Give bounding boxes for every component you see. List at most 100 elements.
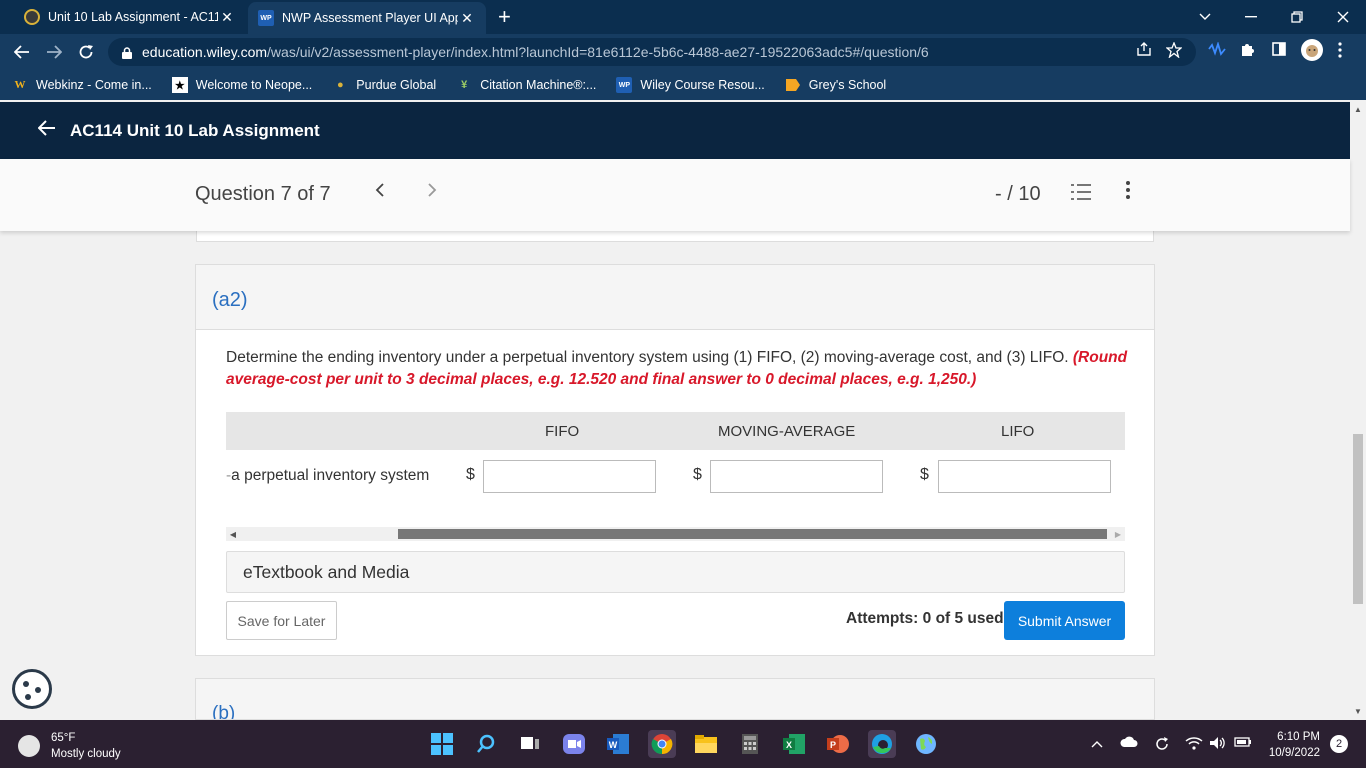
table-horizontal-scrollbar[interactable]: ◀ ▶ bbox=[226, 527, 1125, 541]
more-options-icon[interactable] bbox=[1126, 181, 1130, 205]
currency-symbol: $ bbox=[693, 466, 702, 483]
lifo-answer-input[interactable] bbox=[938, 460, 1111, 493]
star-icon: ★ bbox=[171, 77, 188, 93]
wp-icon: WP bbox=[616, 77, 633, 93]
wifi-icon[interactable] bbox=[1185, 736, 1203, 753]
etextbook-label: eTextbook and Media bbox=[243, 562, 410, 582]
maps-globe-icon[interactable] bbox=[912, 730, 940, 758]
assignment-header: AC114 Unit 10 Lab Assignment bbox=[0, 102, 1350, 159]
browser-toolbar: education.wiley.com/was/ui/v2/assessment… bbox=[0, 34, 1366, 70]
cookie-settings-icon[interactable] bbox=[12, 669, 52, 709]
share-icon[interactable] bbox=[1136, 42, 1152, 59]
sync-icon[interactable] bbox=[1154, 736, 1170, 755]
tab-label: Unit 10 Lab Assignment - AC114 bbox=[48, 10, 218, 24]
next-question-chevron-icon[interactable] bbox=[427, 181, 437, 204]
browser-menu-icon[interactable] bbox=[1338, 42, 1342, 61]
score-display: - / 10 bbox=[995, 183, 1041, 205]
page-vertical-scrollbar[interactable]: ▲ ▼ bbox=[1350, 102, 1366, 720]
bookmark-greys-school[interactable]: Grey's School bbox=[785, 77, 886, 93]
globe-icon bbox=[24, 9, 40, 25]
back-arrow-icon[interactable] bbox=[37, 119, 56, 142]
tray-chevron-up-icon[interactable] bbox=[1091, 736, 1103, 751]
restore-icon[interactable] bbox=[1274, 0, 1320, 34]
chrome-icon[interactable] bbox=[648, 730, 676, 758]
temperature: 65°F bbox=[51, 732, 76, 744]
scroll-up-arrow-icon[interactable]: ▲ bbox=[1350, 102, 1366, 116]
browser-tab-lab-assignment[interactable]: Unit 10 Lab Assignment - AC114 ✕ bbox=[14, 0, 246, 34]
currency-symbol: $ bbox=[466, 466, 475, 483]
svg-text:W: W bbox=[609, 740, 618, 750]
back-arrow-icon[interactable] bbox=[10, 40, 34, 64]
url-path: /was/ui/v2/assessment-player/index.html?… bbox=[267, 44, 929, 60]
answer-table-header: FIFO MOVING-AVERAGE LIFO bbox=[226, 412, 1125, 450]
minimize-icon[interactable] bbox=[1228, 0, 1274, 34]
moving-average-answer-input[interactable] bbox=[710, 460, 883, 493]
bookmark-star-icon[interactable] bbox=[1165, 41, 1183, 61]
scroll-down-arrow-icon[interactable]: ▼ bbox=[1350, 704, 1366, 718]
clock-date: 10/9/2022 bbox=[1268, 747, 1320, 759]
scrollbar-thumb[interactable] bbox=[398, 529, 1107, 539]
scroll-left-arrow-icon[interactable]: ◀ bbox=[226, 527, 240, 541]
row-label: -a perpetual inventory system bbox=[226, 467, 430, 484]
tab-label: NWP Assessment Player UI Appli bbox=[282, 11, 458, 25]
extension-wave-icon[interactable] bbox=[1208, 41, 1226, 59]
browser-tab-strip: Unit 10 Lab Assignment - AC114 ✕ WP NWP … bbox=[0, 0, 1366, 34]
close-icon[interactable]: ✕ bbox=[218, 9, 236, 26]
question-navigation-bar: Question 7 of 7 - / 10 bbox=[0, 159, 1350, 231]
system-clock[interactable]: 6:10 PM 10/9/2022 bbox=[1262, 729, 1320, 761]
new-tab-button[interactable]: + bbox=[498, 4, 511, 30]
question-list-icon[interactable] bbox=[1071, 183, 1091, 206]
forward-arrow-icon[interactable] bbox=[42, 40, 66, 64]
onedrive-cloud-icon[interactable] bbox=[1120, 736, 1138, 751]
extensions-puzzle-icon[interactable] bbox=[1240, 42, 1255, 60]
teams-chat-icon[interactable] bbox=[560, 730, 588, 758]
clock-time: 6:10 PM bbox=[1277, 731, 1320, 743]
bookmark-wiley-course[interactable]: WP Wiley Course Resou... bbox=[616, 77, 765, 93]
save-for-later-button[interactable]: Save for Later bbox=[226, 601, 337, 640]
attempts-counter: Attempts: 0 of 5 used bbox=[846, 610, 1004, 627]
notification-badge[interactable]: 2 bbox=[1330, 735, 1348, 753]
side-panel-icon[interactable] bbox=[1272, 42, 1286, 59]
window-close-icon[interactable] bbox=[1320, 0, 1366, 34]
volume-icon[interactable] bbox=[1209, 736, 1227, 753]
svg-text:P: P bbox=[830, 740, 836, 750]
reload-icon[interactable] bbox=[74, 40, 98, 64]
close-icon[interactable]: ✕ bbox=[458, 10, 476, 27]
etextbook-media-panel[interactable]: eTextbook and Media bbox=[226, 551, 1125, 593]
bookmark-webkinz[interactable]: W Webkinz - Come in... bbox=[12, 77, 152, 93]
bookmark-citation-machine[interactable]: ¥ Citation Machine®:... bbox=[456, 77, 596, 93]
bookmark-label: Citation Machine®:... bbox=[480, 78, 597, 92]
powerpoint-icon[interactable]: P bbox=[824, 730, 852, 758]
next-part-label: (b) bbox=[212, 703, 236, 720]
column-header-moving-average: MOVING-AVERAGE bbox=[718, 423, 856, 440]
bookmark-label: Webkinz - Come in... bbox=[36, 78, 152, 92]
lock-icon bbox=[122, 46, 132, 59]
bookmark-purdue-global[interactable]: ● Purdue Global bbox=[332, 77, 436, 93]
bookmark-label: Purdue Global bbox=[356, 78, 437, 92]
excel-icon[interactable]: X bbox=[780, 730, 808, 758]
citation-machine-icon: ¥ bbox=[461, 79, 468, 91]
bookmark-label: Grey's School bbox=[808, 78, 887, 92]
word-icon[interactable]: W bbox=[604, 730, 632, 758]
battery-icon[interactable] bbox=[1234, 736, 1252, 751]
fifo-answer-input[interactable] bbox=[483, 460, 656, 493]
calculator-icon[interactable] bbox=[736, 730, 764, 758]
address-bar[interactable]: education.wiley.com/was/ui/v2/assessment… bbox=[108, 38, 1196, 66]
file-explorer-icon[interactable] bbox=[692, 730, 720, 758]
scrollbar-thumb[interactable] bbox=[1353, 434, 1363, 604]
bookmark-neopets[interactable]: ★ Welcome to Neope... bbox=[171, 77, 312, 93]
weather-widget[interactable]: 65°F Mostly cloudy bbox=[18, 730, 121, 762]
submit-answer-button[interactable]: Submit Answer bbox=[1004, 601, 1125, 640]
previous-question-chevron-icon[interactable] bbox=[375, 181, 385, 204]
question-part-card: (a2) Determine the ending inventory unde… bbox=[195, 264, 1155, 656]
edge-icon[interactable] bbox=[868, 730, 896, 758]
task-view-icon[interactable] bbox=[516, 730, 544, 758]
currency-symbol: $ bbox=[920, 466, 929, 483]
column-header-lifo: LIFO bbox=[1001, 423, 1035, 440]
search-icon[interactable] bbox=[472, 730, 500, 758]
profile-avatar[interactable] bbox=[1300, 38, 1324, 65]
chevron-down-icon[interactable] bbox=[1182, 0, 1228, 34]
browser-tab-assessment-player[interactable]: WP NWP Assessment Player UI Appli ✕ bbox=[248, 2, 486, 34]
windows-start-icon[interactable] bbox=[428, 730, 456, 758]
scroll-right-arrow-icon[interactable]: ▶ bbox=[1111, 527, 1125, 541]
